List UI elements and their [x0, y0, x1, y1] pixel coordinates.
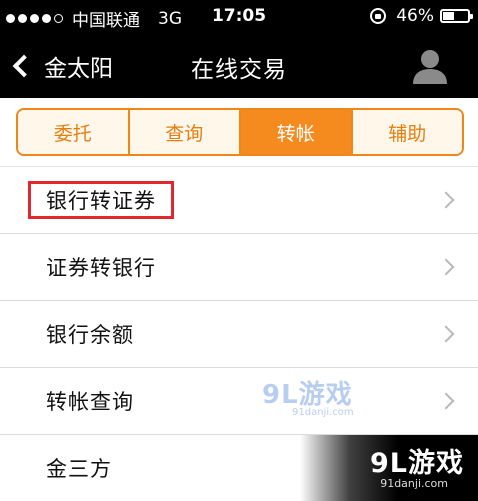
chevron-right-icon — [437, 392, 455, 410]
tab-transfer[interactable]: 转帐 — [241, 110, 353, 154]
navigation-bar: 金太阳 在线交易 — [0, 34, 478, 98]
tab-entrust[interactable]: 委托 — [18, 110, 130, 154]
status-bar: 中国联通 3G 17:05 46% — [0, 0, 478, 34]
corner-watermark-text: 9L游戏 — [370, 448, 464, 479]
back-button[interactable]: 金太阳 — [10, 46, 113, 86]
list-item-label: 转帐查询 — [46, 390, 134, 414]
list-item-label: 银行余额 — [46, 323, 134, 347]
battery-percent: 46% — [396, 6, 434, 26]
list-item-bank-to-securities[interactable]: 银行转证券 — [0, 166, 478, 233]
watermark-text: 9L游戏 — [262, 380, 353, 410]
tab-assist[interactable]: 辅助 — [352, 110, 462, 154]
rotation-lock-icon — [370, 8, 387, 24]
segmented-tabs: 委托 查询 转帐 辅助 — [16, 108, 464, 156]
list-item-label: 证券转银行 — [46, 256, 156, 280]
highlight-box — [28, 181, 174, 219]
watermark-url: 91danji.com — [292, 407, 354, 418]
status-bar-right: 46% — [370, 6, 473, 26]
user-avatar-icon[interactable] — [410, 46, 450, 86]
corner-watermark: 9L游戏 91danji.com — [300, 435, 478, 501]
chevron-right-icon — [437, 325, 455, 343]
chevron-left-icon — [12, 54, 36, 78]
corner-watermark-url: 91danji.com — [380, 477, 448, 490]
chevron-right-icon — [437, 258, 455, 276]
chevron-right-icon — [437, 191, 455, 209]
watermark-logo: 9L游戏 91danji.com — [262, 374, 362, 418]
list-item-transfer-query[interactable]: 转帐查询 — [0, 367, 478, 434]
list-item-securities-to-bank[interactable]: 证券转银行 — [0, 233, 478, 300]
list-item-label: 金三方 — [46, 457, 112, 481]
back-label: 金太阳 — [44, 56, 113, 82]
battery-icon — [440, 9, 473, 23]
list-item-bank-balance[interactable]: 银行余额 — [0, 300, 478, 367]
tab-query[interactable]: 查询 — [129, 110, 241, 154]
tab-bar-container: 委托 查询 转帐 辅助 — [0, 98, 478, 166]
